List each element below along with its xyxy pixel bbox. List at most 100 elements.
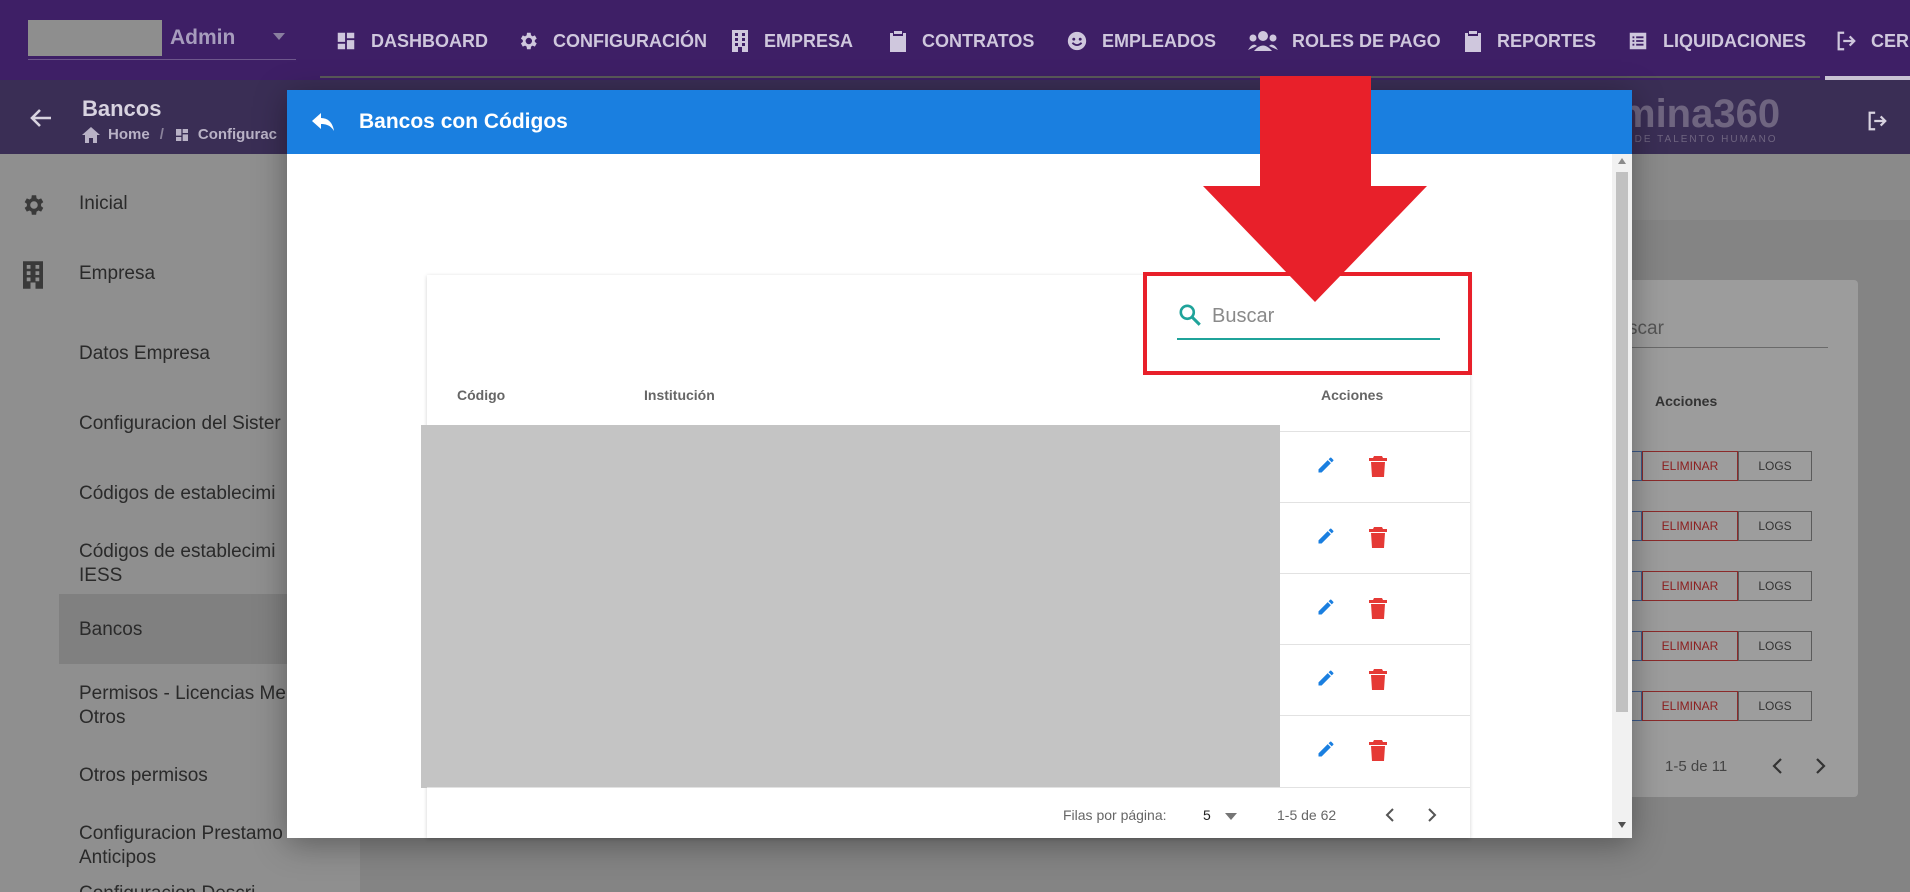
nav-label: EMPLEADOS: [1102, 30, 1217, 51]
sidebar-item-label: Configuracion Prestamo: [79, 823, 283, 844]
column-header-institucion[interactable]: Institución: [644, 387, 715, 403]
nav-label: CONFIGURACIÓN: [553, 30, 707, 51]
people-icon: [1248, 31, 1278, 51]
rows-per-page-label: Filas por página:: [1063, 807, 1167, 823]
user-selector[interactable]: Admin: [28, 20, 296, 60]
background-row-actions: ELIMINAR LOGS: [1630, 631, 1812, 661]
nav-roles-de-pago[interactable]: ROLES DE PAGO: [1248, 26, 1441, 56]
nav-divider: [320, 76, 1820, 78]
building-icon: [23, 261, 43, 289]
logs-button[interactable]: LOGS: [1738, 631, 1812, 661]
annotation-arrow-icon: [1203, 76, 1427, 302]
reply-arrow-icon[interactable]: [311, 112, 335, 132]
delete-button[interactable]: ELIMINAR: [1642, 631, 1738, 661]
background-pagination-range: 1-5 de 11: [1665, 758, 1728, 775]
brand-tagline: RE DE TALENTO HUMANO: [1612, 134, 1778, 145]
chevron-down-icon: [273, 33, 285, 40]
edit-icon[interactable]: [1316, 526, 1336, 546]
brand-logo: mina360: [1620, 92, 1781, 136]
nav-liquidaciones[interactable]: LIQUIDACIONES: [1627, 26, 1806, 56]
scroll-down-icon[interactable]: [1618, 822, 1626, 828]
logs-button[interactable]: LOGS: [1738, 691, 1812, 721]
gear-icon: [520, 32, 537, 50]
dialog-scrollbar[interactable]: [1612, 154, 1632, 838]
nav-label: ROLES DE PAGO: [1292, 30, 1441, 51]
sidebar-item-label: Otros permisos: [79, 765, 208, 786]
chevron-right-icon[interactable]: [1425, 807, 1439, 823]
nav-cerrar[interactable]: CER: [1835, 26, 1909, 56]
logs-button[interactable]: LOGS: [1738, 511, 1812, 541]
delete-icon[interactable]: [1368, 526, 1388, 548]
gear-icon: [24, 195, 44, 215]
row-divider: [1280, 502, 1470, 503]
logout-icon[interactable]: [1866, 110, 1888, 132]
sidebar-item-label: Datos Empresa: [79, 343, 210, 364]
row-divider: [1280, 431, 1470, 432]
dialog-header: Bancos con Códigos: [287, 90, 1632, 154]
dashboard-icon: [175, 128, 188, 141]
user-redacted-block: [28, 20, 162, 56]
background-row-actions: ELIMINAR LOGS: [1630, 451, 1812, 481]
breadcrumb-home[interactable]: Home: [108, 126, 150, 143]
nav-label: LIQUIDACIONES: [1663, 30, 1807, 51]
scroll-up-icon[interactable]: [1618, 158, 1626, 164]
sidebar-item-label: IESS: [79, 565, 123, 586]
column-header-acciones: Acciones: [1321, 387, 1384, 403]
top-navbar: Admin DASHBOARD CONFIGURACIÓN EMPRESA CO…: [0, 0, 1910, 80]
nav-empleados[interactable]: EMPLEADOS: [1066, 26, 1216, 56]
chevron-left-icon[interactable]: [1770, 757, 1786, 775]
nav-label: CONTRATOS: [922, 30, 1035, 51]
delete-icon[interactable]: [1368, 668, 1388, 690]
chevron-left-icon[interactable]: [1383, 807, 1397, 823]
background-row-actions: ELIMINAR LOGS: [1630, 691, 1812, 721]
back-arrow-icon[interactable]: [30, 108, 52, 128]
clipboard-icon: [890, 31, 906, 52]
background-row-actions: ELIMINAR LOGS: [1630, 511, 1812, 541]
row-divider: [1280, 715, 1470, 716]
nav-reportes[interactable]: REPORTES: [1463, 26, 1596, 56]
sidebar-item-label: Anticipos: [79, 847, 157, 868]
breadcrumb-configuracion[interactable]: Configurac: [198, 126, 277, 143]
sidebar-item-label: Otros: [79, 707, 126, 728]
background-actions-header: Acciones: [1655, 393, 1718, 409]
logout-icon: [1837, 31, 1856, 51]
delete-button[interactable]: ELIMINAR: [1642, 511, 1738, 541]
sidebar-item-label: Bancos: [79, 619, 143, 640]
chevron-down-icon[interactable]: [1225, 813, 1237, 821]
column-header-codigo[interactable]: Código: [457, 387, 505, 403]
sidebar-item-label: Configuracion del Sister: [79, 413, 281, 434]
edit-icon[interactable]: [1316, 739, 1336, 759]
edit-icon[interactable]: [1316, 455, 1336, 475]
dialog-title: Bancos con Códigos: [359, 110, 568, 133]
nav-configuracion[interactable]: CONFIGURACIÓN: [517, 26, 707, 56]
redacted-table-data: [421, 425, 1280, 788]
chevron-right-icon[interactable]: [1812, 757, 1828, 775]
pagination-range: 1-5 de 62: [1277, 807, 1337, 823]
background-search-input[interactable]: scar: [1628, 312, 1828, 348]
delete-icon[interactable]: [1368, 739, 1388, 761]
building-icon: [732, 30, 748, 52]
edit-icon[interactable]: [1316, 668, 1336, 688]
sidebar-item-label: Empresa: [79, 263, 156, 284]
row-divider: [1280, 644, 1470, 645]
delete-button[interactable]: ELIMINAR: [1642, 691, 1738, 721]
sidebar-item-label: Códigos de establecimi: [79, 483, 276, 504]
delete-icon[interactable]: [1368, 455, 1388, 477]
row-divider: [1280, 573, 1470, 574]
delete-icon[interactable]: [1368, 597, 1388, 619]
logs-button[interactable]: LOGS: [1738, 571, 1812, 601]
nav-empresa[interactable]: EMPRESA: [730, 26, 853, 56]
nav-label: CER: [1871, 30, 1910, 51]
nav-label: DASHBOARD: [371, 30, 488, 51]
nav-contratos[interactable]: CONTRATOS: [888, 26, 1034, 56]
sidebar-item-configuracion-descri[interactable]: Configuracion Descri: [0, 882, 360, 892]
edit-icon[interactable]: [1316, 597, 1336, 617]
breadcrumb: Home / Configurac: [82, 126, 277, 143]
page-title: Bancos: [82, 96, 162, 121]
scrollbar-thumb[interactable]: [1616, 172, 1628, 712]
delete-button[interactable]: ELIMINAR: [1642, 451, 1738, 481]
rows-per-page-select[interactable]: 5: [1203, 807, 1211, 823]
delete-button[interactable]: ELIMINAR: [1642, 571, 1738, 601]
logs-button[interactable]: LOGS: [1738, 451, 1812, 481]
nav-dashboard[interactable]: DASHBOARD: [335, 26, 488, 56]
